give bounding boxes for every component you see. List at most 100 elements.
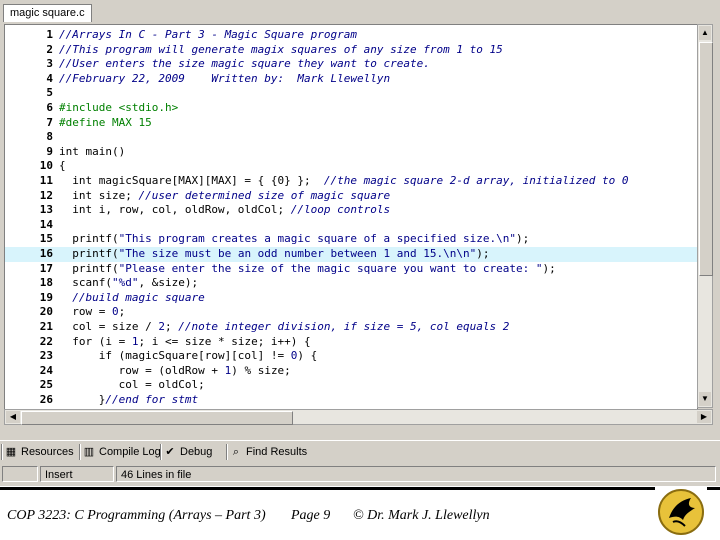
code-line[interactable]: 18 scanf("%d", &size); xyxy=(5,276,697,291)
code-line[interactable]: 6 #include <stdio.h> xyxy=(5,101,697,116)
code-token: printf( xyxy=(59,261,119,275)
line-number: 6 xyxy=(46,101,53,114)
code-text: if (magicSquare[row][col] != 0) { xyxy=(59,349,318,364)
code-line[interactable]: 4 //February 22, 2009 Written by: Mark Ll… xyxy=(5,72,697,87)
tool-panel-tabs: ▦ Resources ▥ Compile Log ✔ Debug ⌕ Find Result… xyxy=(0,440,720,463)
code-line[interactable]: 10 { xyxy=(5,159,697,174)
line-number: 26 xyxy=(39,393,53,406)
code-token: int i, row, col, oldRow, oldCol; xyxy=(59,203,291,217)
code-token: col = oldCol; xyxy=(59,378,205,392)
code-token: scanf( xyxy=(59,276,112,290)
line-number: 16 xyxy=(39,247,53,260)
vertical-scrollbar[interactable]: ▲ ▼ xyxy=(697,24,713,408)
line-number: 8 xyxy=(46,130,53,144)
horizontal-scrollbar[interactable]: ◀ ▶ xyxy=(4,409,713,425)
line-number: 10 xyxy=(39,159,53,173)
code-text: //February 22, 2009 Written by: Mark Lle… xyxy=(59,72,390,87)
file-tab-magic-square[interactable]: magic square.c xyxy=(3,4,92,22)
line-number: 13 xyxy=(39,203,53,217)
vertical-scroll-thumb[interactable] xyxy=(699,42,713,276)
tool-tab-resources[interactable]: ▦ Resources xyxy=(4,443,74,461)
pegasus-logo-icon xyxy=(655,486,707,538)
code-line[interactable]: 7 #define MAX 15 xyxy=(5,116,697,131)
code-token: } xyxy=(59,393,106,406)
code-line[interactable]: 24 row = (oldRow + 1) % size; xyxy=(5,364,697,379)
scroll-up-arrow-icon[interactable]: ▲ xyxy=(699,26,711,40)
tool-tab-find-results[interactable]: ⌕ Find Results xyxy=(229,443,307,461)
code-token: int magicSquare[MAX][MAX] = { {0} }; xyxy=(59,174,324,187)
footer-course-title: COP 3223: C Programming (Arrays – Part 3… xyxy=(7,508,266,523)
code-line[interactable]: 16 printf("The size must be an odd numbe… xyxy=(5,247,697,262)
code-line[interactable]: 15 printf("This program creates a magic … xyxy=(5,232,697,247)
code-line[interactable]: 1 //Arrays In C - Part 3 - Magic Square p… xyxy=(5,28,697,43)
scroll-left-arrow-icon[interactable]: ◀ xyxy=(6,411,20,423)
code-token: , &size); xyxy=(138,276,199,290)
code-text: { xyxy=(59,159,66,174)
code-line[interactable]: 12 int size; //user determined size of m… xyxy=(5,189,697,204)
code-line[interactable]: 8 xyxy=(5,130,697,145)
line-number: 12 xyxy=(39,188,53,202)
code-text: //build magic square xyxy=(59,290,205,306)
code-line[interactable]: 21 col = size / 2; //note integer divisi… xyxy=(5,320,697,335)
code-token: //build magic square xyxy=(72,290,205,304)
debug-check-icon: ✔ xyxy=(165,446,175,458)
code-line[interactable]: 22 for (i = 1; i <= size * size; i++) { xyxy=(5,335,697,350)
code-line[interactable]: 13 int i, row, col, oldRow, oldCol; //lo… xyxy=(5,203,697,218)
code-token: row = (oldRow + xyxy=(59,363,225,377)
scroll-right-arrow-icon[interactable]: ▶ xyxy=(697,411,711,423)
code-token: ; xyxy=(118,305,126,319)
scroll-down-arrow-icon[interactable]: ▼ xyxy=(699,392,711,406)
code-line[interactable]: 9 int main() xyxy=(5,145,697,160)
code-line[interactable]: 19 //build magic square xyxy=(5,291,697,306)
line-number: 22 xyxy=(39,334,53,348)
code-line[interactable]: 17 printf("Please enter the size of the … xyxy=(5,262,697,277)
line-number: 1 xyxy=(46,28,53,41)
status-bar: Insert 46 Lines in file xyxy=(0,464,720,484)
code-text: int size; //user determined size of magi… xyxy=(59,189,390,204)
horizontal-scroll-thumb[interactable] xyxy=(21,411,293,425)
line-number: 17 xyxy=(39,261,53,275)
code-line[interactable]: 14 xyxy=(5,218,697,233)
code-line[interactable]: 3 //User enters the size magic square the… xyxy=(5,57,697,72)
code-token: int size; xyxy=(59,188,139,202)
code-line[interactable]: 23 if (magicSquare[row][col] != 0) { xyxy=(5,349,697,364)
code-token: ); xyxy=(515,232,530,246)
code-token: //the magic square 2-d array, initialize… xyxy=(323,174,629,187)
code-line[interactable]: 20 row = 0; xyxy=(5,305,697,320)
code-token: 2 xyxy=(158,320,165,333)
status-spacer xyxy=(2,466,38,482)
editor-tab-bar: magic square.c xyxy=(0,0,720,22)
tool-tab-compile-log[interactable]: ▥ Compile Log xyxy=(82,443,161,461)
code-text: #define MAX 15 xyxy=(59,116,152,131)
code-token: 0 xyxy=(111,305,119,319)
code-line[interactable]: 26 }//end for stmt xyxy=(5,393,697,408)
code-token: ; i <= size * size; i++) { xyxy=(138,334,311,348)
line-number: 23 xyxy=(39,349,53,363)
code-text: printf("This program creates a magic squ… xyxy=(59,232,529,247)
code-text: for (i = 1; i <= size * size; i++) { xyxy=(59,334,311,350)
code-line[interactable]: 25 col = oldCol; xyxy=(5,378,697,393)
status-mode: Insert xyxy=(40,466,114,482)
code-text: int i, row, col, oldRow, oldCol; //loop … xyxy=(59,203,390,218)
tool-tab-label: Resources xyxy=(21,446,74,458)
tab-separator xyxy=(79,444,81,460)
line-number: 21 xyxy=(39,320,53,333)
code-text: col = size / 2; //note integer division,… xyxy=(59,320,509,335)
code-line[interactable]: 2 //This program will generate magix squa… xyxy=(5,43,697,58)
code-line[interactable]: 5 xyxy=(5,86,697,101)
tool-tab-label: Find Results xyxy=(246,446,308,458)
code-editor[interactable]: 1 //Arrays In C - Part 3 - Magic Square p… xyxy=(4,24,698,410)
code-text: int main() xyxy=(59,145,125,160)
code-text: #include <stdio.h> xyxy=(59,101,178,116)
find-results-icon: ⌕ xyxy=(232,446,240,458)
code-token: ); xyxy=(542,261,556,275)
code-token: ) % size; xyxy=(231,363,291,377)
tool-tab-debug[interactable]: ✔ Debug xyxy=(163,443,212,461)
code-token: //end for stmt xyxy=(105,393,199,406)
code-token: row = xyxy=(59,305,112,319)
compile-log-icon: ▥ xyxy=(83,446,95,458)
code-line[interactable]: 11 int magicSquare[MAX][MAX] = { {0} }; … xyxy=(5,174,697,189)
code-token: col = size / xyxy=(59,320,159,333)
code-token: ) { xyxy=(297,349,318,363)
